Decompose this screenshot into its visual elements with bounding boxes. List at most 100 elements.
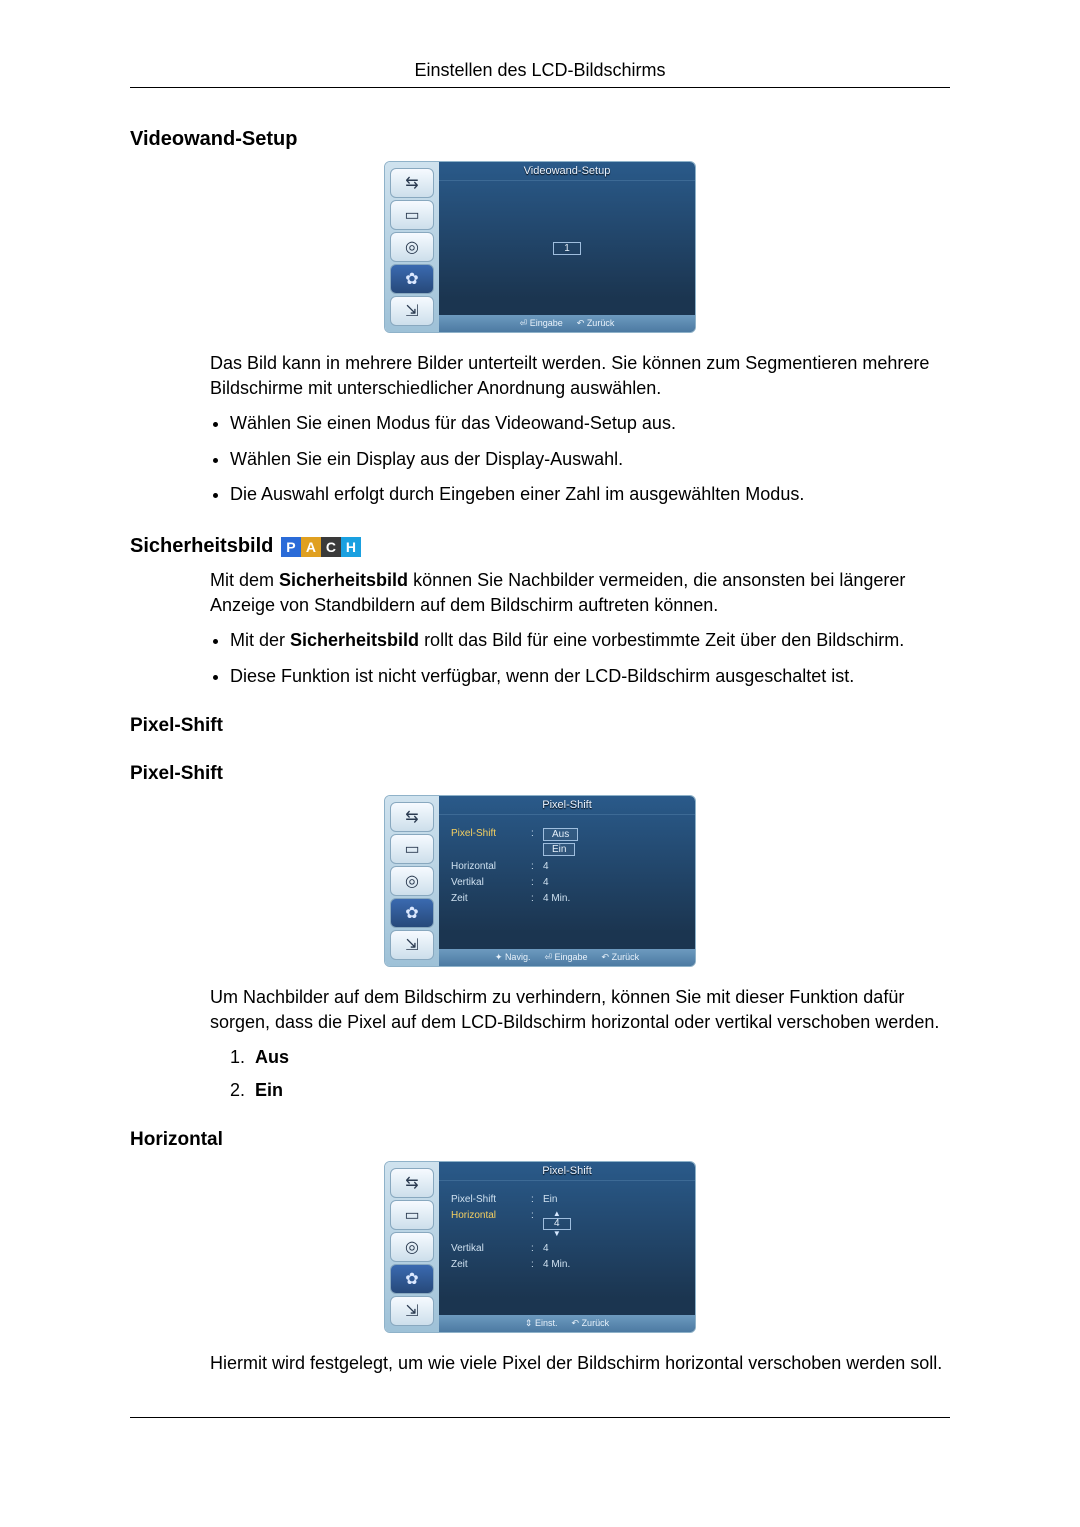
back-icon: ↶ — [572, 1318, 580, 1328]
heading-pixelshift-1: Pixel-Shift — [130, 715, 950, 737]
osd-row-pixelshift: Pixel-Shift : Ein — [451, 1194, 683, 1205]
videowand-bullets: Wählen Sie einen Modus für das Videowand… — [230, 411, 950, 507]
osd-pixelshift: ⇆ ▭ ◎ ✿ ⇲ Pixel-Shift Pixel-Shift : Aus … — [384, 795, 696, 967]
osd-enter-hint: ⏎ Eingabe — [520, 318, 563, 329]
updown-icon: ⇕ — [525, 1318, 533, 1328]
row-value: Ein — [543, 1194, 557, 1205]
row-label: Pixel-Shift — [451, 1194, 531, 1205]
bullet: Wählen Sie einen Modus für das Videowand… — [230, 411, 950, 436]
row-label: Vertikal — [451, 877, 531, 888]
badge-a-icon: A — [301, 537, 321, 557]
sicherheit-intro: Mit dem Sicherheitsbild können Sie Nachb… — [210, 568, 950, 618]
row-label: Zeit — [451, 1259, 531, 1270]
osd-nav-icon-1: ⇆ — [390, 802, 434, 832]
osd-main: Pixel-Shift Pixel-Shift : Aus Ein Horizo… — [439, 796, 695, 966]
osd-footer: ⇕ Einst. ↶ Zurück — [439, 1315, 695, 1332]
horizontal-text: Hiermit wird festgelegt, um wie viele Pi… — [210, 1351, 950, 1376]
sicherheit-body: Mit dem Sicherheitsbild können Sie Nachb… — [210, 568, 950, 689]
osd-adjust-hint: ⇕ Einst. — [525, 1318, 558, 1329]
pixelshift-intro: Um Nachbilder auf dem Bildschirm zu verh… — [210, 985, 950, 1035]
osd-videowand: ⇆ ▭ ◎ ✿ ⇲ Videowand-Setup 1 ⏎ Eingabe ↶ … — [384, 161, 696, 333]
row-value: 4 — [543, 877, 549, 888]
osd-nav-icon-2: ▭ — [390, 834, 434, 864]
row-value: 4 Min. — [543, 893, 570, 904]
osd-sidebar: ⇆ ▭ ◎ ✿ ⇲ — [385, 1162, 439, 1332]
bullet: Diese Funktion ist nicht verfügbar, wenn… — [230, 664, 950, 689]
heading-videowand: Videowand-Setup — [130, 128, 950, 151]
osd-nav-icon-2: ▭ — [390, 200, 434, 230]
osd-horizontal: ⇆ ▭ ◎ ✿ ⇲ Pixel-Shift Pixel-Shift : Ein … — [384, 1161, 696, 1333]
osd-back-hint: ↶ Zurück — [577, 318, 615, 329]
row-value-spinner: ▲ 4 ▼ — [543, 1210, 571, 1238]
osd-content: Pixel-Shift : Ein Horizontal : ▲ 4 ▼ Ver… — [439, 1181, 695, 1315]
back-icon: ↶ — [577, 318, 585, 328]
osd-title: Pixel-Shift — [439, 1162, 695, 1181]
row-label: Vertikal — [451, 1243, 531, 1254]
sicherheit-bullets: Mit der Sicherheitsbild rollt das Bild f… — [230, 628, 950, 688]
osd-sidebar: ⇆ ▭ ◎ ✿ ⇲ — [385, 162, 439, 332]
heading-pixelshift-2: Pixel-Shift — [130, 763, 950, 785]
osd-nav-icon-3: ◎ — [390, 866, 434, 896]
chevron-up-icon: ▲ — [553, 1210, 561, 1218]
nav-icon: ✦ — [495, 952, 503, 962]
badge-p-icon: P — [281, 537, 301, 557]
back-icon: ↶ — [602, 952, 610, 962]
source-badges: P A C H — [281, 537, 361, 557]
page-header: Einstellen des LCD-Bildschirms — [130, 60, 950, 88]
opt-aus: Aus — [543, 828, 578, 841]
osd-main: Videowand-Setup 1 ⏎ Eingabe ↶ Zurück — [439, 162, 695, 332]
osd-nav-icon-4: ✿ — [390, 264, 434, 294]
heading-sicherheitsbild: Sicherheitsbild P A C H — [130, 535, 950, 558]
osd-content: Pixel-Shift : Aus Ein Horizontal : 4 Ver… — [439, 815, 695, 949]
osd-selected-box: 1 — [553, 242, 581, 255]
osd-row-zeit: Zeit : 4 Min. — [451, 893, 683, 904]
osd-content: 1 — [439, 181, 695, 315]
osd-row-vertikal: Vertikal : 4 — [451, 1243, 683, 1254]
osd-back-hint: ↶ Zurück — [602, 952, 640, 963]
row-value: Aus Ein — [543, 828, 578, 856]
bullet: Mit der Sicherheitsbild rollt das Bild f… — [230, 628, 950, 653]
chevron-down-icon: ▼ — [553, 1230, 561, 1238]
horizontal-body: Hiermit wird festgelegt, um wie viele Pi… — [210, 1351, 950, 1376]
opt-ein: Ein — [543, 843, 575, 856]
osd-nav-icon-4: ✿ — [390, 1264, 434, 1294]
osd-title: Pixel-Shift — [439, 796, 695, 815]
osd-nav-icon-5: ⇲ — [390, 930, 434, 960]
enter-icon: ⏎ — [520, 318, 528, 328]
osd-row-vertikal: Vertikal : 4 — [451, 877, 683, 888]
videowand-body: Das Bild kann in mehrere Bilder untertei… — [210, 351, 950, 507]
osd-nav-icon-1: ⇆ — [390, 168, 434, 198]
pixelshift-body: Um Nachbilder auf dem Bildschirm zu verh… — [210, 985, 950, 1104]
osd-nav-icon-5: ⇲ — [390, 296, 434, 326]
osd-footer: ⏎ Eingabe ↶ Zurück — [439, 315, 695, 332]
bullet: Die Auswahl erfolgt durch Eingeben einer… — [230, 482, 950, 507]
row-label: Horizontal — [451, 1210, 531, 1238]
row-label: Pixel-Shift — [451, 828, 531, 856]
badge-h-icon: H — [341, 537, 361, 557]
osd-enter-hint: ⏎ Eingabe — [544, 952, 587, 963]
row-value: 4 — [543, 861, 549, 872]
osd-nav-icon-3: ◎ — [390, 1232, 434, 1262]
osd-nav-icon-1: ⇆ — [390, 1168, 434, 1198]
osd-footer: ✦ Navig. ⏎ Eingabe ↶ Zurück — [439, 949, 695, 966]
heading-horizontal: Horizontal — [130, 1129, 950, 1151]
osd-row-pixelshift: Pixel-Shift : Aus Ein — [451, 828, 683, 856]
osd-sidebar: ⇆ ▭ ◎ ✿ ⇲ — [385, 796, 439, 966]
enter-icon: ⏎ — [544, 952, 552, 962]
list-item: 2. Ein — [230, 1078, 950, 1103]
osd-nav-hint: ✦ Navig. — [495, 952, 531, 963]
osd-row-zeit: Zeit : 4 Min. — [451, 1259, 683, 1270]
osd-row-horizontal: Horizontal : ▲ 4 ▼ — [451, 1210, 683, 1238]
bullet: Wählen Sie ein Display aus der Display-A… — [230, 447, 950, 472]
pixelshift-list: 1. Aus 2. Ein — [230, 1045, 950, 1103]
row-label: Zeit — [451, 893, 531, 904]
heading-text: Sicherheitsbild — [130, 535, 273, 557]
videowand-intro: Das Bild kann in mehrere Bilder untertei… — [210, 351, 950, 401]
osd-nav-icon-4: ✿ — [390, 898, 434, 928]
osd-nav-icon-5: ⇲ — [390, 1296, 434, 1326]
footer-rule — [130, 1417, 950, 1418]
osd-back-hint: ↶ Zurück — [572, 1318, 610, 1329]
badge-c-icon: C — [321, 537, 341, 557]
osd-title: Videowand-Setup — [439, 162, 695, 181]
row-value: 4 Min. — [543, 1259, 570, 1270]
